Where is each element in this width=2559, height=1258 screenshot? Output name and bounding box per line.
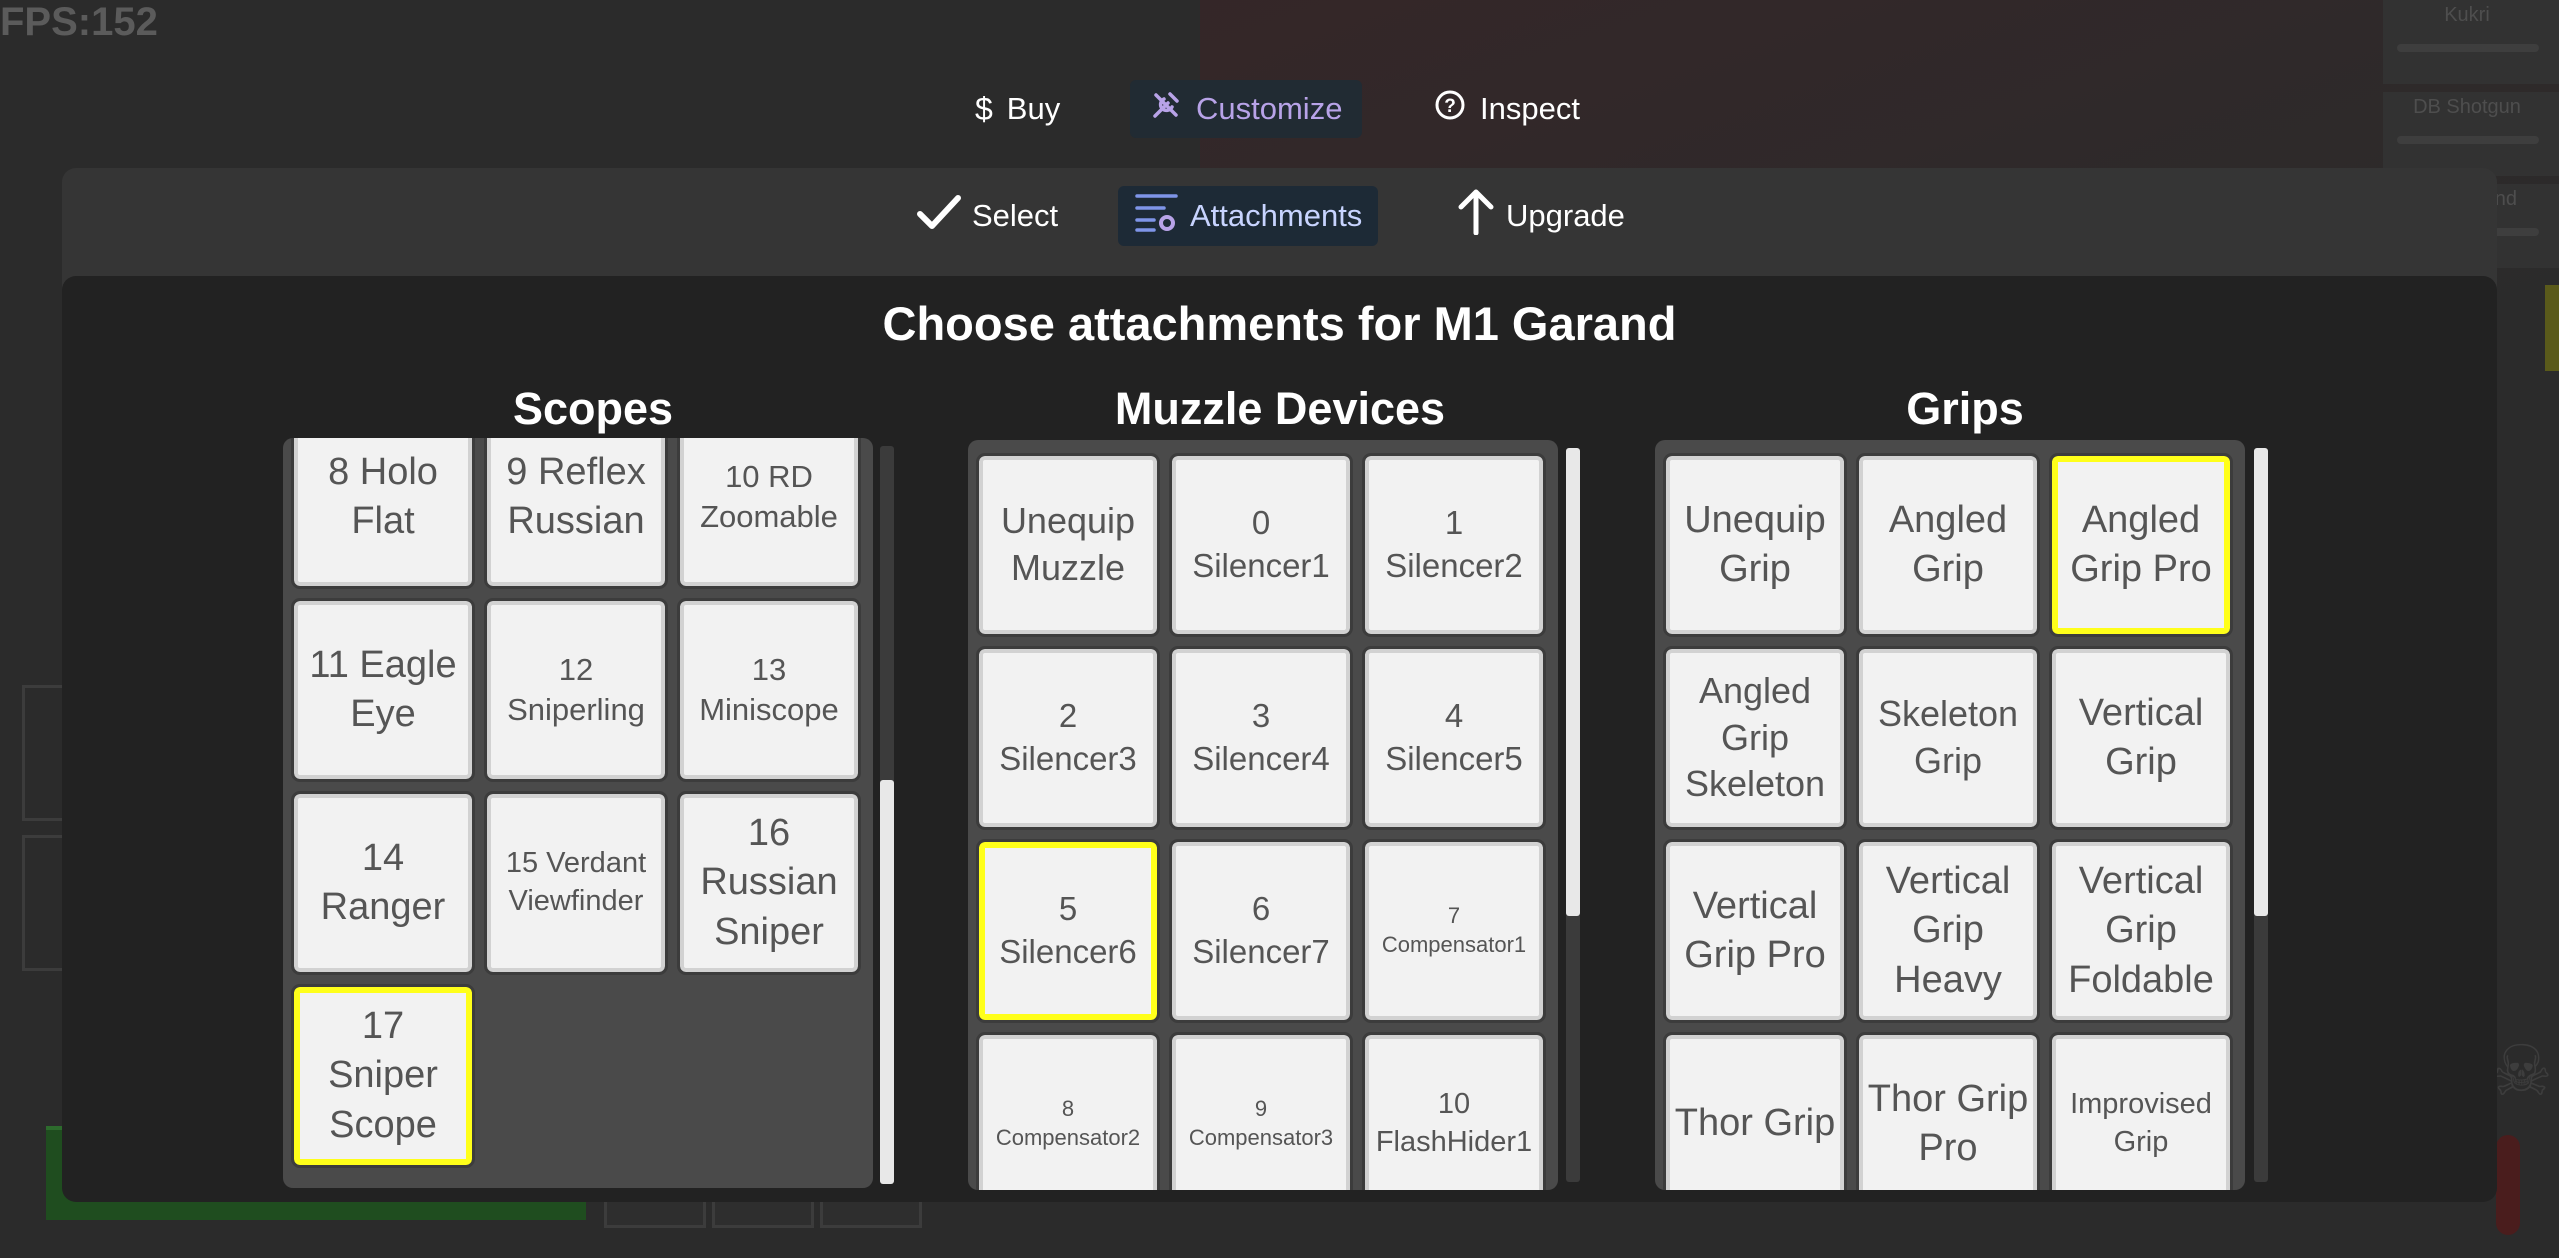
tab-buy[interactable]: $ Buy	[955, 80, 1080, 138]
muzzle-grid: Unequip Muzzle 0 Silencer1 1 Silencer2 2 Si…	[968, 440, 1558, 1190]
checkmark-icon	[916, 192, 962, 240]
attachment-cell[interactable]: 16 Russian Sniper	[677, 791, 861, 975]
attachment-cell[interactable]: Angled Grip Skeleton	[1663, 646, 1847, 830]
svg-text:?: ?	[1444, 96, 1456, 117]
attachment-cell[interactable]: 8 Compensator2	[976, 1032, 1160, 1190]
column-title-grips: Grips	[1906, 383, 2024, 434]
attachment-cell[interactable]: Unequip Grip	[1663, 453, 1847, 637]
scrollbar-thumb[interactable]	[2254, 448, 2268, 916]
arrow-up-icon	[1456, 189, 1496, 243]
attachment-cell[interactable]: 10 RD Zoomable	[677, 438, 861, 589]
page-title: Choose attachments for M1 Garand	[882, 297, 1677, 350]
dollar-icon: $	[975, 90, 993, 127]
attachment-cell[interactable]: Vertical Grip Heavy	[1856, 839, 2040, 1023]
attachment-cell[interactable]: 12 Sniperling	[484, 598, 668, 782]
attachment-cell[interactable]: Skeleton Grip	[1856, 646, 2040, 830]
tab-buy-label: Buy	[1006, 91, 1061, 126]
attachment-cell[interactable]: Vertical Grip Foldable	[2049, 839, 2233, 1023]
attachment-cell[interactable]: 15 Verdant Viewfinder	[484, 791, 668, 975]
skull-icon: ☠	[2490, 1032, 2553, 1110]
attachment-cell[interactable]: Thor Grip	[1663, 1032, 1847, 1190]
scrollbar-thumb[interactable]	[880, 780, 894, 1184]
grips-scrollbar[interactable]	[2254, 448, 2268, 1182]
attachment-cell[interactable]: Angled Grip Pro	[2049, 453, 2233, 637]
subtab-select[interactable]: Select	[900, 186, 1074, 246]
attachment-cell[interactable]: 13 Miniscope	[677, 598, 861, 782]
attachment-cell[interactable]: Angled Grip	[1856, 453, 2040, 637]
attachment-cell[interactable]: 5 Silencer6	[976, 839, 1160, 1023]
tab-customize[interactable]: Customize	[1130, 80, 1363, 138]
attachment-cell[interactable]: Improvised Grip	[2049, 1032, 2233, 1190]
tab-customize-label: Customize	[1196, 91, 1343, 126]
attachment-cell[interactable]: 11 Eagle Eye	[291, 598, 475, 782]
attachment-cell[interactable]: 7 Compensator1	[1362, 839, 1546, 1023]
weapon-slot-kukri[interactable]: Kukri	[2383, 0, 2559, 84]
attachment-cell[interactable]: Vertical Grip Pro	[1663, 839, 1847, 1023]
attachment-cell[interactable]: 8 Holo Flat	[291, 438, 475, 589]
attachment-cell[interactable]: 17 Sniper Scope	[291, 984, 475, 1168]
attachment-cell[interactable]: 1 Silencer2	[1362, 453, 1546, 637]
attachment-cell[interactable]: 14 Ranger	[291, 791, 475, 975]
attachment-cell[interactable]: Thor Grip Pro	[1856, 1032, 2040, 1190]
damage-indicator	[2496, 1135, 2520, 1235]
attachment-cell[interactable]: Vertical Grip	[2049, 646, 2233, 830]
subtab-select-label: Select	[972, 198, 1059, 233]
subtab-attachments-label: Attachments	[1190, 198, 1363, 233]
tab-inspect[interactable]: ? Inspect	[1414, 80, 1600, 138]
grips-grid: Unequip Grip Angled Grip Angled Grip Pro An…	[1655, 440, 2245, 1190]
shotgun-icon	[2397, 136, 2539, 144]
subtab-upgrade-label: Upgrade	[1506, 198, 1625, 233]
column-title-scopes: Scopes	[512, 383, 674, 434]
subtab-attachments[interactable]: Attachments	[1118, 186, 1379, 246]
subtab-upgrade[interactable]: Upgrade	[1440, 186, 1641, 246]
attachment-cell[interactable]: 3 Silencer4	[1169, 646, 1353, 830]
attachment-cell[interactable]: 9 Reflex Russian	[484, 438, 668, 589]
weapon-name: Kukri	[2444, 4, 2490, 26]
knife-icon	[2397, 44, 2539, 52]
attachment-cell[interactable]: 6 Silencer7	[1169, 839, 1353, 1023]
attachment-cell[interactable]: 0 Silencer1	[1169, 453, 1353, 637]
attachment-cell[interactable]: 10 FlashHider1	[1362, 1032, 1546, 1190]
column-title-muzzle: Muzzle Devices	[1114, 383, 1446, 434]
attachment-cell[interactable]: Unequip Muzzle	[976, 453, 1160, 637]
fps-counter: FPS:152	[0, 0, 158, 44]
attachment-cell[interactable]: 9 Compensator3	[1169, 1032, 1353, 1190]
scopes-scrollbar[interactable]	[880, 446, 894, 1184]
weapon-name: DB Shotgun	[2413, 96, 2521, 118]
tab-inspect-label: Inspect	[1480, 91, 1580, 126]
wrench-icon	[1150, 89, 1182, 129]
attachment-cell[interactable]: 4 Silencer5	[1362, 646, 1546, 830]
attachment-cell[interactable]: 2 Silencer3	[976, 646, 1160, 830]
attachments-icon	[1134, 190, 1180, 242]
question-icon: ?	[1434, 89, 1466, 129]
muzzle-scrollbar[interactable]	[1566, 448, 1580, 1182]
weapon-slot-db-shotgun[interactable]: DB Shotgun	[2383, 92, 2559, 176]
scrollbar-thumb[interactable]	[1566, 448, 1580, 916]
scopes-grid: 8 Holo Flat 9 Reflex Russian 10 RD Zoomabl…	[283, 438, 873, 1188]
